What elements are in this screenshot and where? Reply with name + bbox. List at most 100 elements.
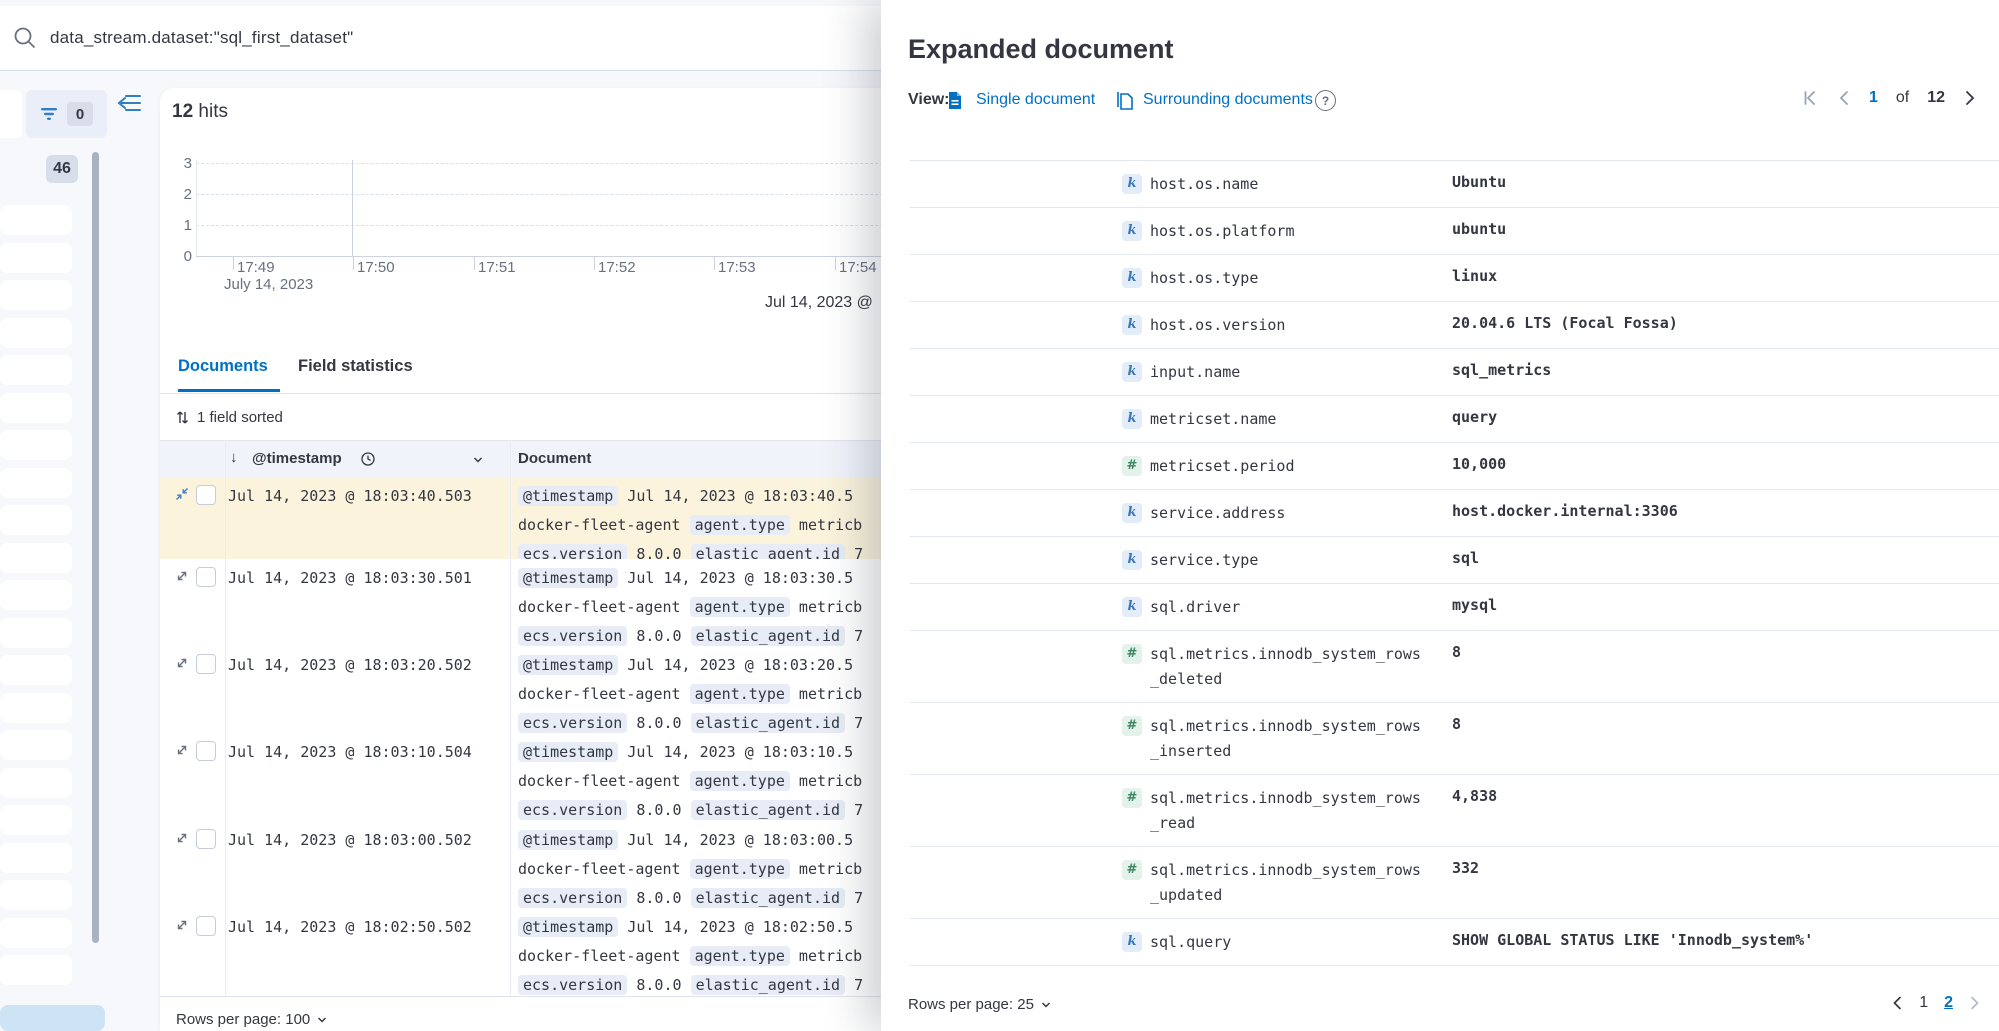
y-axis	[196, 160, 197, 256]
document-field-row[interactable]: ksql.querySHOW GLOBAL STATUS LIKE 'Innod…	[910, 918, 1999, 966]
expand-row-icon[interactable]	[174, 917, 190, 933]
first-page-icon[interactable]	[1803, 90, 1819, 106]
total-pages: 12	[1927, 89, 1945, 107]
row-timestamp: Jul 14, 2023 @ 18:03:30.501	[228, 569, 472, 587]
field-value: SHOW GLOBAL STATUS LIKE 'Innodb_system%'	[1452, 931, 1813, 949]
document-field-row[interactable]: khost.os.typelinux	[910, 254, 1999, 302]
field-list-item[interactable]	[0, 843, 72, 873]
timestamp-column-header[interactable]: @timestamp	[252, 450, 342, 467]
field-search-input[interactable]	[0, 90, 22, 138]
field-list-item[interactable]	[0, 318, 72, 348]
field-list-item[interactable]	[0, 693, 72, 723]
field-list-item[interactable]	[0, 205, 72, 235]
field-name: sql.query	[1150, 930, 1422, 955]
next-page-icon[interactable]	[1963, 90, 1977, 106]
fields-page-1[interactable]: 1	[1919, 994, 1928, 1012]
row-checkbox[interactable]	[196, 654, 216, 674]
previous-page-icon[interactable]	[1837, 90, 1851, 106]
document-column-header[interactable]: Document	[518, 450, 591, 467]
field-list-item[interactable]	[0, 580, 72, 610]
number-field-type-icon: #	[1122, 644, 1142, 664]
field-value: sql	[1452, 549, 1479, 567]
surrounding-documents-link[interactable]: Surrounding documents	[1143, 91, 1313, 109]
tab-documents[interactable]: Documents	[178, 357, 268, 376]
fields-page-2[interactable]: 2	[1944, 994, 1953, 1012]
field-name: sql.driver	[1150, 595, 1422, 620]
tab-field-statistics[interactable]: Field statistics	[298, 357, 413, 376]
field-list-item[interactable]	[0, 655, 72, 685]
field-name: service.address	[1150, 501, 1422, 526]
document-field-row[interactable]: kmetricset.namequery	[910, 395, 1999, 443]
field-list-item[interactable]	[0, 730, 72, 760]
document-field-row[interactable]: #metricset.period10,000	[910, 442, 1999, 490]
y-tick: 1	[168, 217, 192, 234]
y-tick: 3	[168, 155, 192, 172]
field-list-item[interactable]	[0, 543, 72, 573]
fields-prev-page-icon[interactable]	[1891, 996, 1903, 1010]
column-menu-chevron-icon[interactable]	[472, 454, 484, 466]
row-checkbox[interactable]	[196, 829, 216, 849]
document-field-row[interactable]: kservice.typesql	[910, 536, 1999, 584]
field-list-item[interactable]	[0, 468, 72, 498]
row-checkbox[interactable]	[196, 485, 216, 505]
document-field-row[interactable]: #sql.metrics.innodb_system_rows_read4,83…	[910, 774, 1999, 847]
minimize-row-icon[interactable]	[174, 486, 190, 502]
field-list-item[interactable]	[0, 280, 72, 310]
field-list-item[interactable]	[0, 243, 72, 273]
field-sorted-button[interactable]: 1 field sorted	[176, 404, 283, 430]
field-list-item[interactable]	[0, 430, 72, 460]
row-timestamp: Jul 14, 2023 @ 18:03:40.503	[228, 487, 472, 505]
rows-per-page-label: Rows per page: 100	[176, 1011, 310, 1028]
document-field-row[interactable]: khost.os.version20.04.6 LTS (Focal Fossa…	[910, 301, 1999, 349]
expand-row-icon[interactable]	[174, 742, 190, 758]
field-list-item[interactable]	[0, 505, 72, 535]
number-field-type-icon: #	[1122, 788, 1142, 808]
document-field-row[interactable]: khost.os.platformubuntu	[910, 207, 1999, 255]
document-field-row[interactable]: #sql.metrics.innodb_system_rows_deleted8	[910, 630, 1999, 703]
x-tick: 17:50	[357, 259, 395, 276]
field-list-item[interactable]	[0, 805, 72, 835]
document-field-row[interactable]: ksql.drivermysql	[910, 583, 1999, 631]
x-tick: 17:54	[839, 259, 877, 276]
field-list-item[interactable]	[0, 618, 72, 648]
document-field-row[interactable]: #sql.metrics.innodb_system_rows_updated3…	[910, 846, 1999, 919]
fields-next-page-icon[interactable]	[1969, 996, 1981, 1010]
field-list-item[interactable]	[0, 355, 72, 385]
collapse-sidebar-button[interactable]	[116, 91, 144, 117]
field-list-item[interactable]	[0, 955, 72, 985]
sidebar-partial-button[interactable]	[0, 1005, 105, 1031]
document-field-row[interactable]: kinput.namesql_metrics	[910, 348, 1999, 396]
field-list-item[interactable]	[0, 393, 72, 423]
x-tick-mark	[714, 256, 715, 270]
expand-row-icon[interactable]	[174, 568, 190, 584]
row-checkbox[interactable]	[196, 916, 216, 936]
document-field-row[interactable]: kservice.addresshost.docker.internal:330…	[910, 489, 1999, 537]
single-document-link[interactable]: Single document	[976, 91, 1095, 109]
document-field-row[interactable]: #sql.metrics.innodb_system_rows_inserted…	[910, 702, 1999, 775]
clock-icon	[360, 451, 376, 467]
expand-row-icon[interactable]	[174, 655, 190, 671]
query-bar[interactable]: data_stream.dataset:"sql_first_dataset"	[0, 6, 900, 71]
rows-per-page-button[interactable]: Rows per page: 100	[176, 1011, 328, 1028]
number-field-type-icon: #	[1122, 860, 1142, 880]
row-checkbox[interactable]	[196, 741, 216, 761]
field-list-item[interactable]	[0, 880, 72, 910]
query-input[interactable]: data_stream.dataset:"sql_first_dataset"	[50, 28, 353, 48]
row-timestamp: Jul 14, 2023 @ 18:03:20.502	[228, 656, 472, 674]
document-field-row[interactable]: khost.os.nameUbuntu	[910, 160, 1999, 208]
field-value: 10,000	[1452, 455, 1506, 473]
column-separator	[225, 440, 226, 996]
expand-row-icon[interactable]	[174, 830, 190, 846]
field-value: host.docker.internal:3306	[1452, 502, 1678, 520]
help-icon[interactable]: ?	[1315, 90, 1336, 111]
sidebar-scrollbar[interactable]	[92, 152, 99, 943]
row-checkbox[interactable]	[196, 567, 216, 587]
filter-by-type-button[interactable]: 0	[26, 90, 107, 138]
x-axis-date-label: July 14, 2023	[224, 276, 313, 293]
field-list-item[interactable]	[0, 918, 72, 948]
flyout-rows-per-page-button[interactable]: Rows per page: 25	[908, 996, 1052, 1013]
field-list-item[interactable]	[0, 768, 72, 798]
sort-direction-icon[interactable]: ↓	[230, 449, 238, 466]
field-name: metricset.name	[1150, 407, 1422, 432]
field-value: sql_metrics	[1452, 361, 1551, 379]
